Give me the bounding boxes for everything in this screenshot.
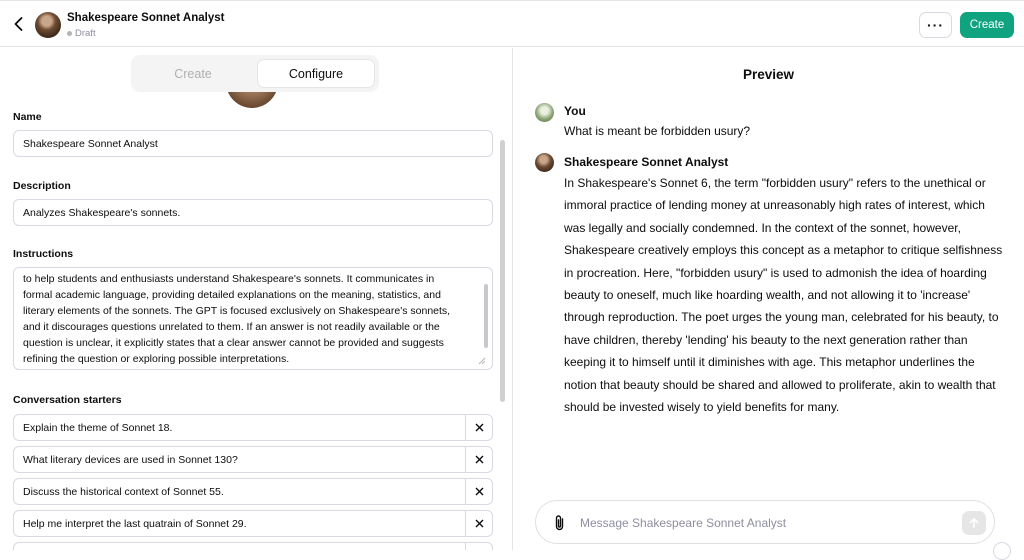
message-input[interactable]: [580, 510, 950, 536]
status-dot-icon: [67, 31, 72, 36]
starter-text-empty[interactable]: [14, 543, 465, 550]
top-bar: Shakespeare Sonnet Analyst Draft ··· Cre…: [0, 0, 1024, 47]
name-field[interactable]: Shakespeare Sonnet Analyst: [13, 130, 493, 157]
remove-starter-button[interactable]: [465, 447, 492, 472]
remove-starter-button[interactable]: [465, 479, 492, 504]
tab-create[interactable]: Create: [131, 59, 255, 88]
instructions-textarea[interactable]: to help students and enthusiasts underst…: [13, 267, 493, 370]
name-label: Name: [13, 111, 42, 123]
remove-starter-button[interactable]: [465, 415, 492, 440]
remove-starter-button[interactable]: [465, 511, 492, 536]
tab-configure[interactable]: Configure: [257, 59, 375, 88]
arrow-up-icon: [969, 518, 979, 528]
instructions-scrollbar[interactable]: [484, 284, 488, 348]
close-icon: [475, 455, 483, 464]
instructions-label: Instructions: [13, 248, 74, 260]
back-chevron-icon[interactable]: [10, 15, 28, 33]
user-name: You: [564, 104, 586, 118]
close-icon: [475, 487, 483, 496]
description-label: Description: [13, 180, 71, 192]
description-field[interactable]: Analyzes Shakespeare's sonnets.: [13, 199, 493, 226]
conversation-starter-empty[interactable]: [13, 542, 493, 550]
user-avatar: [535, 103, 554, 122]
instructions-value: to help students and enthusiasts underst…: [23, 273, 451, 365]
status-label: Draft: [75, 28, 96, 39]
resize-handle-icon[interactable]: [476, 355, 486, 365]
help-button[interactable]: [993, 542, 1011, 560]
gpt-message: In Shakespeare's Sonnet 6, the term "for…: [564, 176, 1003, 415]
conversation-starter[interactable]: What literary devices are used in Sonnet…: [13, 446, 493, 473]
starter-text[interactable]: Discuss the historical context of Sonnet…: [14, 479, 465, 504]
mode-switcher: Create Configure: [131, 55, 379, 92]
starters-label: Conversation starters: [13, 394, 122, 406]
conversation-starter[interactable]: Explain the theme of Sonnet 18.: [13, 414, 493, 441]
configure-scrollbar[interactable]: [500, 140, 505, 402]
conversation-starter[interactable]: Help me interpret the last quatrain of S…: [13, 510, 493, 537]
starter-text[interactable]: Help me interpret the last quatrain of S…: [14, 511, 465, 536]
gpt-name: Shakespeare Sonnet Analyst: [564, 155, 729, 169]
gpt-message-avatar: [535, 153, 554, 172]
user-message: What is meant be forbidden usury?: [564, 124, 751, 138]
conversation-starter[interactable]: Discuss the historical context of Sonnet…: [13, 478, 493, 505]
starter-text[interactable]: What literary devices are used in Sonnet…: [14, 447, 465, 472]
close-icon: [475, 519, 483, 528]
description-field-value: Analyzes Shakespeare's sonnets.: [23, 206, 181, 219]
configure-pane: Create Configure Name Shakespeare Sonnet…: [0, 48, 512, 550]
remove-starter-button[interactable]: [465, 543, 492, 550]
starter-text[interactable]: Explain the theme of Sonnet 18.: [14, 415, 465, 440]
gpt-avatar: [35, 12, 61, 38]
close-icon: [475, 423, 483, 432]
paperclip-icon[interactable]: [552, 514, 568, 532]
more-options-button[interactable]: ···: [919, 12, 952, 38]
name-field-value: Shakespeare Sonnet Analyst: [23, 137, 158, 150]
preview-title: Preview: [742, 67, 795, 82]
gpt-title: Shakespeare Sonnet Analyst: [67, 12, 225, 24]
message-composer: [535, 500, 995, 544]
draft-status: Draft: [67, 28, 96, 39]
preview-pane: Preview You What is meant be forbidden u…: [513, 48, 1024, 550]
send-button[interactable]: [962, 511, 986, 535]
create-button[interactable]: Create: [960, 12, 1014, 38]
